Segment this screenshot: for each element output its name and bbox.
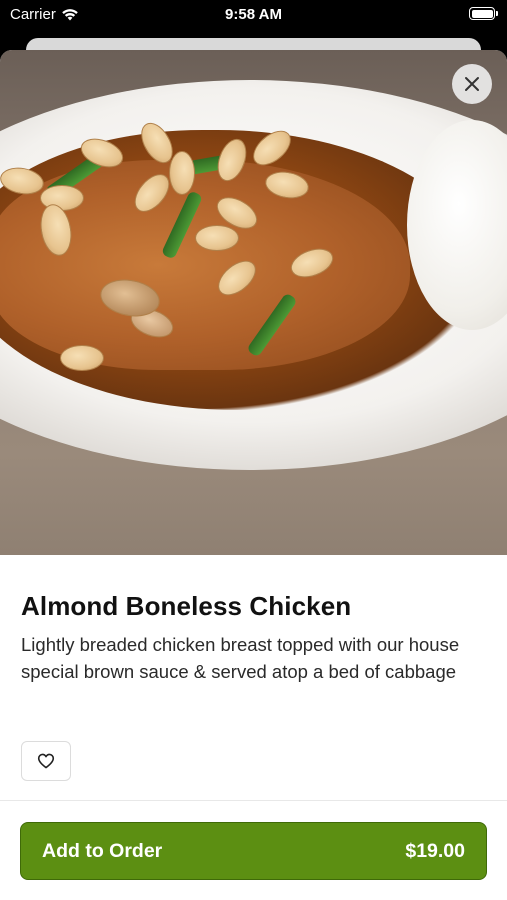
footer-divider xyxy=(0,800,507,801)
item-detail-sheet: Almond Boneless Chicken Lightly breaded … xyxy=(0,50,507,900)
item-description: Lightly breaded chicken breast topped wi… xyxy=(21,634,460,682)
add-to-order-label: Add to Order xyxy=(42,839,163,862)
item-price: $19.00 xyxy=(405,839,465,862)
item-photo xyxy=(0,50,507,555)
close-icon xyxy=(465,77,479,91)
heart-icon xyxy=(37,753,55,769)
status-time: 9:58 AM xyxy=(225,6,282,23)
favorite-button[interactable] xyxy=(21,741,71,781)
item-name: Almond Boneless Chicken xyxy=(21,591,352,621)
close-button[interactable] xyxy=(452,64,492,104)
battery-icon xyxy=(469,7,498,20)
add-to-order-button[interactable]: Add to Order $19.00 xyxy=(20,822,487,880)
item-details: Almond Boneless Chicken Lightly breaded … xyxy=(0,555,507,685)
status-bar: Carrier 9:58 AM xyxy=(0,0,507,30)
